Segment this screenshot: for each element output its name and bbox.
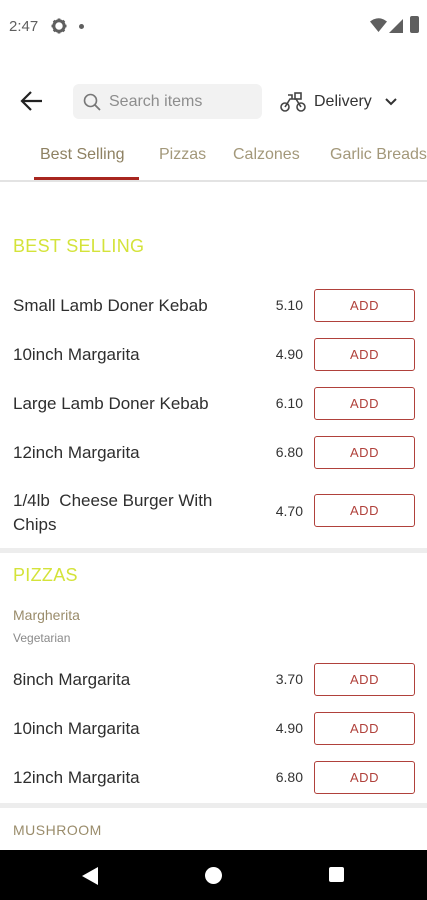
delivery-label: Delivery — [314, 93, 372, 110]
tab-garlic-breads[interactable]: Garlic Breads — [330, 146, 427, 164]
recents-square-icon[interactable] — [329, 867, 344, 882]
section-title-pizzas: PIZZAS — [13, 565, 78, 585]
item-price: 4.70 — [275, 503, 303, 519]
search-icon — [83, 93, 101, 111]
item-name: 12inch Margarita — [13, 768, 140, 787]
status-bar: 2:47 — [0, 0, 427, 56]
delivery-selector[interactable]: Delivery — [280, 88, 398, 116]
item-price: 6.80 — [275, 769, 303, 785]
wifi-icon — [370, 18, 387, 32]
add-button[interactable]: ADD — [314, 712, 415, 745]
item-name: 12inch Margarita — [13, 443, 140, 462]
system-nav-bar — [0, 850, 427, 900]
dot-icon — [79, 24, 84, 29]
add-button[interactable]: ADD — [314, 289, 415, 322]
section-title-best-selling: BEST SELLING — [13, 236, 145, 256]
section-title-mushroom: MUSHROOM — [13, 822, 102, 838]
category-tabs: Best Selling Pizzas Calzones Garlic Brea… — [0, 136, 427, 182]
tab-calzones[interactable]: Calzones — [233, 146, 300, 164]
item-name: 10inch Margarita — [13, 719, 140, 738]
arrow-left-icon — [20, 91, 42, 111]
item-price: 6.10 — [275, 395, 303, 411]
tab-best-selling[interactable]: Best Selling — [40, 146, 125, 164]
add-button[interactable]: ADD — [314, 338, 415, 371]
add-button[interactable]: ADD — [314, 387, 415, 420]
battery-icon — [410, 16, 419, 33]
section-divider — [0, 548, 427, 553]
item-price: 3.70 — [275, 671, 303, 687]
scooter-icon — [280, 92, 306, 112]
search-box[interactable] — [73, 84, 262, 119]
item-name: Large Lamb Doner Kebab — [13, 394, 209, 413]
back-triangle-icon[interactable] — [82, 867, 98, 885]
item-name: 1/4lb Cheese Burger With Chips — [13, 491, 218, 534]
add-button[interactable]: ADD — [314, 761, 415, 794]
group-description: Vegetarian — [13, 631, 71, 645]
signal-icon — [389, 19, 403, 33]
item-price: 4.90 — [275, 346, 303, 362]
item-price: 6.80 — [275, 444, 303, 460]
home-circle-icon[interactable] — [205, 867, 222, 884]
add-button[interactable]: ADD — [314, 494, 415, 527]
tab-pizzas[interactable]: Pizzas — [159, 146, 206, 164]
add-button[interactable]: ADD — [314, 436, 415, 469]
gear-icon — [51, 18, 67, 34]
item-name: 10inch Margarita — [13, 345, 140, 364]
add-button[interactable]: ADD — [314, 663, 415, 696]
item-name: 8inch Margarita — [13, 670, 131, 689]
active-tab-indicator — [34, 177, 139, 180]
section-divider — [0, 803, 427, 808]
back-button[interactable] — [16, 86, 48, 116]
item-price: 5.10 — [275, 297, 303, 313]
chevron-down-icon — [385, 98, 397, 106]
item-name: Small Lamb Doner Kebab — [13, 296, 208, 315]
status-time: 2:47 — [9, 18, 39, 35]
group-title: Margherita — [13, 607, 80, 623]
item-price: 4.90 — [275, 720, 303, 736]
search-input[interactable] — [109, 92, 249, 111]
